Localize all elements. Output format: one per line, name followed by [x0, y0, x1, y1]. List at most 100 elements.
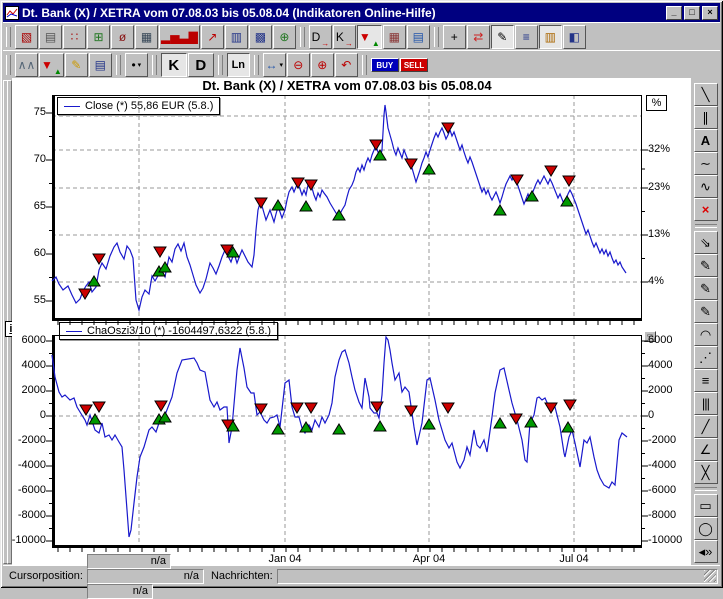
lasso-icon[interactable]: ø — [111, 25, 134, 49]
speedline-tool[interactable]: ✎ — [694, 300, 718, 323]
title-bar[interactable]: Dt. Bank (X) / XETRA vom 07.08.03 bis 05… — [3, 3, 720, 22]
toolbar-grip[interactable] — [218, 55, 223, 75]
more-tools[interactable]: ◂» — [694, 540, 718, 563]
trendline-tool[interactable]: ╲ — [694, 83, 718, 106]
symbol-list-icon[interactable]: ∷ — [63, 25, 86, 49]
toolbar-grip[interactable] — [300, 27, 305, 47]
buy-signal-marker — [272, 200, 284, 210]
rectangle-tool[interactable]: ▭ — [694, 494, 718, 517]
buy-button[interactable]: BUY — [371, 58, 399, 72]
y-axis-right-label: 32% — [648, 143, 694, 155]
toolbar-grip[interactable] — [362, 55, 367, 75]
y-axis-right-label: 4% — [648, 275, 694, 287]
toolbar-grip[interactable] — [152, 55, 157, 75]
y-axis-right-label: 4000 — [648, 359, 694, 371]
panel-layout-icon[interactable]: ◧ — [563, 25, 586, 49]
chart-canvas[interactable]: Dt. Bank (X) / XETRA vom 07.08.03 bis 05… — [12, 78, 692, 566]
candle-data-button[interactable]: K→ — [333, 25, 356, 49]
window-stack-icon[interactable]: ▩ — [249, 25, 272, 49]
sell-signal-marker — [405, 159, 417, 169]
line-style-dropdown[interactable]: •▾ — [125, 53, 148, 77]
maximize-button[interactable]: □ — [684, 6, 700, 20]
new-chart-icon[interactable]: ▧ — [15, 25, 38, 49]
notes-icon[interactable]: ≡ — [515, 25, 538, 49]
sell-signal-marker — [371, 402, 383, 412]
x-axis-label: Apr 04 — [399, 553, 459, 565]
log-scale-button[interactable]: Ln — [227, 53, 250, 77]
text-tool[interactable]: A — [694, 129, 718, 152]
properties-icon[interactable]: ▤ — [89, 53, 112, 77]
vertical-lines-tool[interactable]: ||| — [694, 392, 718, 415]
x-axis-label: Jan 04 — [255, 553, 315, 565]
sell-signal-marker — [405, 406, 417, 416]
fan-tool[interactable]: ⋰ — [694, 346, 718, 369]
grid-tool[interactable]: ╳ — [694, 461, 718, 484]
toolbar-grip[interactable] — [254, 55, 259, 75]
zoom-in-button[interactable]: ⊕ — [311, 53, 334, 77]
buy-signal-marker — [423, 164, 435, 174]
indicator-list-icon[interactable]: ▤ — [407, 25, 430, 49]
close-button[interactable]: × — [702, 6, 718, 20]
marker-pen-icon[interactable]: ✎ — [65, 53, 88, 77]
buy-signal-marker — [374, 150, 386, 160]
buy-signal-marker — [562, 422, 574, 432]
crosshair-icon[interactable]: + — [443, 25, 466, 49]
grid-chart-icon[interactable]: ▦ — [383, 25, 406, 49]
window-title: Dt. Bank (X) / XETRA vom 07.08.03 bis 05… — [22, 6, 663, 20]
line-chart-icon[interactable]: ↗ — [201, 25, 224, 49]
daily-mode-button[interactable]: D — [188, 53, 214, 77]
app-icon — [5, 6, 19, 20]
freehand-tool[interactable]: ∼ — [694, 152, 718, 175]
sell-signal-marker — [80, 405, 92, 415]
arc-tool[interactable]: ◠ — [694, 323, 718, 346]
cursor-position-label: Cursorposition: — [9, 570, 83, 582]
sell-button[interactable]: SELL — [400, 58, 428, 72]
histogram-icon[interactable]: ▂▅▃▇ — [159, 25, 200, 49]
parallel-channel-tool[interactable]: ∥ — [694, 106, 718, 129]
toolbar-chart: ∧∧▼▲✎▤ •▾ KD Ln ↔▾⊖⊕↶ BUYSELL — [3, 50, 720, 79]
chart-workarea: ▾ in 1000 Dt. Bank (X) / XETRA vom 07.08… — [3, 78, 693, 566]
window-controls: _□× — [666, 6, 718, 20]
legend-list-button[interactable]: ▥ — [539, 25, 562, 49]
buy-signal-marker — [423, 419, 435, 429]
toolbar-grip[interactable] — [434, 27, 439, 47]
candle-mode-button[interactable]: K — [161, 53, 187, 77]
y-axis-label: -4000 — [4, 459, 46, 471]
percent-axis-unit: % — [646, 95, 667, 111]
angle-fan-tool[interactable]: ∠ — [694, 438, 718, 461]
delete-drawing-tool[interactable]: × — [694, 198, 718, 221]
zigzag-analysis-icon[interactable]: ∧∧ — [15, 53, 38, 77]
y-axis-label: 55 — [4, 294, 46, 306]
signals-button[interactable]: ▼▲ — [357, 25, 382, 49]
retracement-tool[interactable]: ≡ — [694, 369, 718, 392]
bar-width-dropdown[interactable]: ↔▾ — [263, 53, 286, 77]
move-arrows-icon[interactable]: ⇄ — [467, 25, 490, 49]
y-axis-right-label: -10000 — [648, 534, 694, 546]
ellipse-tool[interactable]: ◯ — [694, 517, 718, 540]
y-axis-right-label: -8000 — [648, 509, 694, 521]
portfolio-icon[interactable]: ⊞ — [87, 25, 110, 49]
regression-tool[interactable]: ⇘ — [694, 231, 718, 254]
elliott-tool[interactable]: ✎ — [694, 277, 718, 300]
minimize-button[interactable]: _ — [666, 6, 682, 20]
draw-pen-button[interactable]: ✎ — [491, 25, 514, 49]
zoom-out-button[interactable]: ⊖ — [287, 53, 310, 77]
news-monitor-icon[interactable]: ▥ — [225, 25, 248, 49]
sell-signal-marker — [93, 254, 105, 264]
daily-data-button[interactable]: D→ — [309, 25, 332, 49]
x-axis-label: Jul 04 — [544, 553, 604, 565]
toolbar-grip[interactable] — [116, 55, 121, 75]
wave-tool[interactable]: ∿ — [694, 175, 718, 198]
world-chart-icon[interactable]: ⊕ — [273, 25, 296, 49]
legend-line-swatch — [66, 331, 82, 332]
gann-tool[interactable]: ✎ — [694, 254, 718, 277]
buy-sell-signals-icon[interactable]: ▼▲ — [39, 53, 64, 77]
quote-table-icon[interactable]: ▦ — [135, 25, 158, 49]
toolbar-grip[interactable] — [6, 27, 11, 47]
toolbar-grip[interactable] — [6, 55, 11, 75]
copy-chart-icon[interactable]: ▤ — [39, 25, 62, 49]
buy-signal-marker — [374, 421, 386, 431]
zoom-history-icon[interactable]: ↶ — [335, 53, 358, 77]
line-tool[interactable]: ╱ — [694, 415, 718, 438]
resize-grip[interactable] — [704, 570, 716, 582]
